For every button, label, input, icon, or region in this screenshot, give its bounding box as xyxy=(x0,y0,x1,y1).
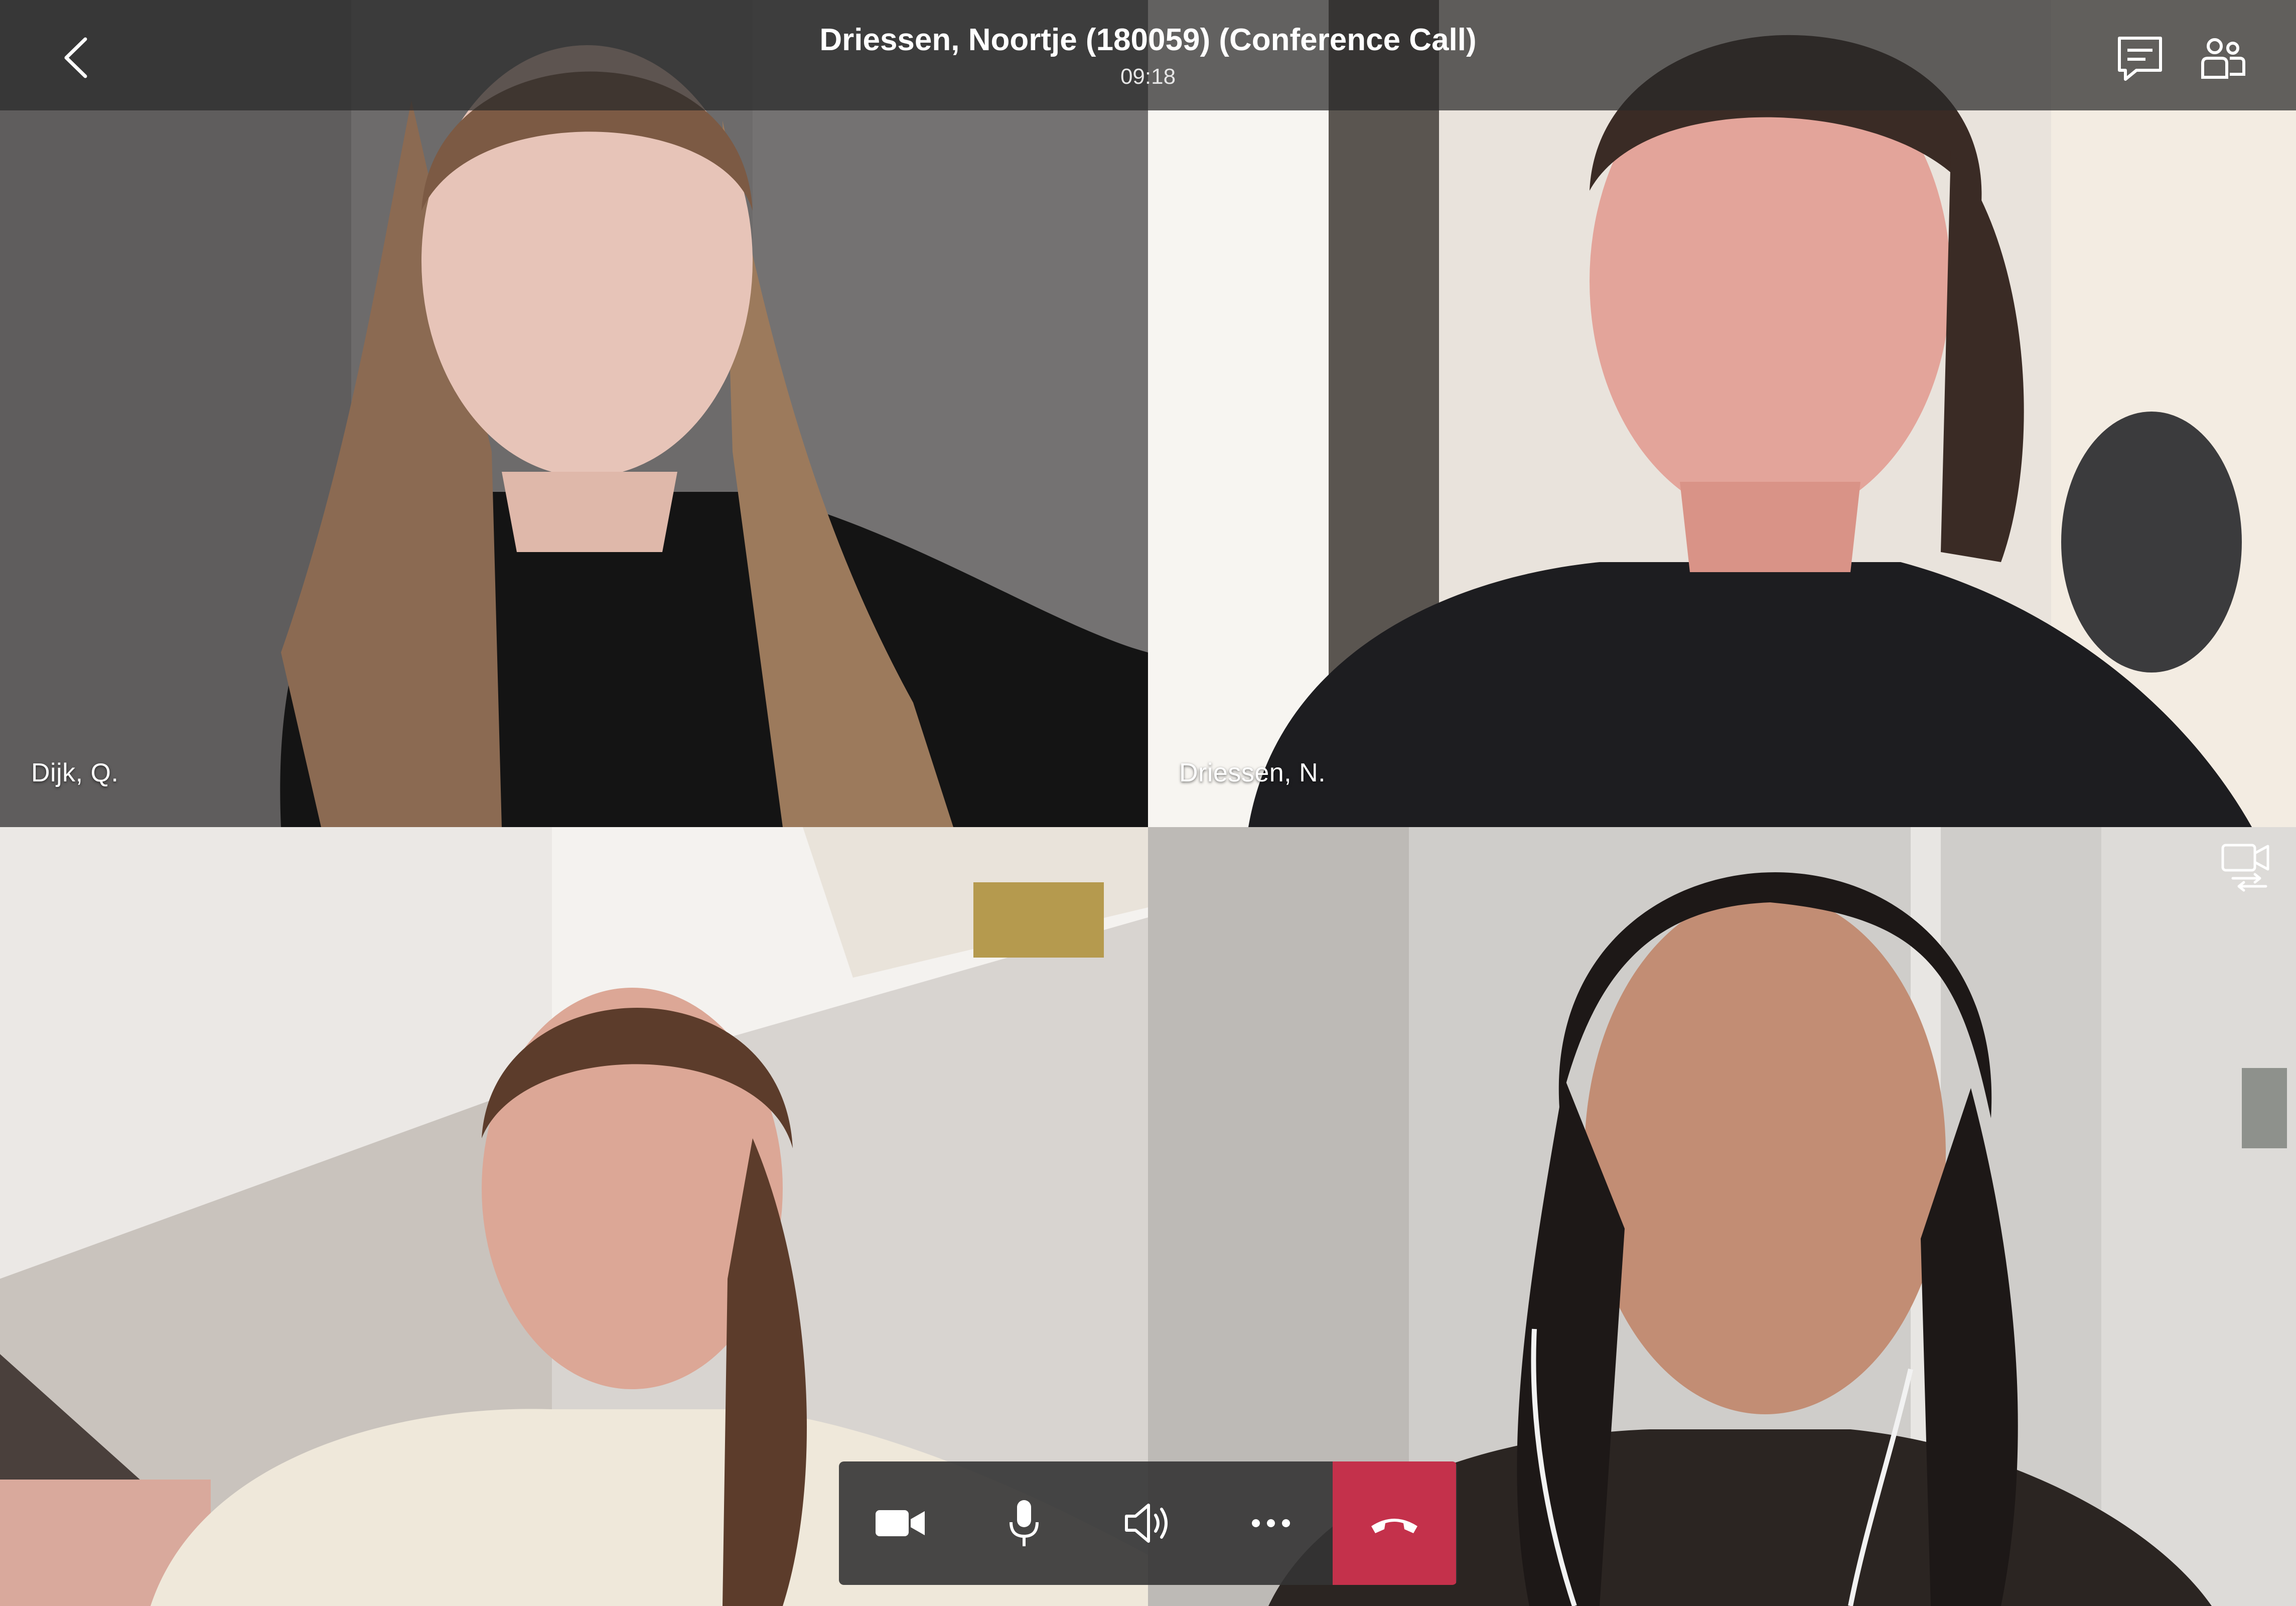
video-grid: Dijk, Q. Driessen, N. xyxy=(0,0,2296,1606)
video-button[interactable] xyxy=(839,1461,962,1585)
participants-button[interactable] xyxy=(2195,31,2250,86)
call-header: Driessen, Noortje (180059) (Conference C… xyxy=(0,0,2296,110)
participant-video-2 xyxy=(1148,0,2296,827)
call-duration: 09:18 xyxy=(1120,64,1176,89)
participant-video-1 xyxy=(0,0,1148,827)
chat-icon xyxy=(2118,37,2162,81)
participant-tile-2[interactable]: Driessen, N. xyxy=(1148,0,2296,827)
hang-up-icon xyxy=(1371,1519,1417,1533)
call-title: Driessen, Noortje (180059) (Conference C… xyxy=(819,23,1477,57)
more-options-button[interactable] xyxy=(1209,1461,1333,1585)
more-icon xyxy=(1252,1519,1290,1527)
participant-tile-1[interactable]: Dijk, Q. xyxy=(0,0,1148,827)
people-icon xyxy=(2201,38,2245,79)
hang-up-button[interactable] xyxy=(1333,1461,1456,1585)
participant-name: Dijk, Q. xyxy=(31,758,119,787)
switch-camera-button[interactable] xyxy=(2218,838,2278,893)
speaker-button[interactable] xyxy=(1086,1461,1209,1585)
video-camera-icon xyxy=(876,1510,925,1536)
microphone-icon xyxy=(1010,1500,1039,1546)
speaker-icon xyxy=(1125,1504,1168,1543)
call-controls xyxy=(839,1461,1457,1585)
chat-button[interactable] xyxy=(2112,31,2168,86)
participant-name: Driessen, N. xyxy=(1179,758,1326,787)
switch-camera-icon xyxy=(2221,844,2269,892)
mute-button[interactable] xyxy=(962,1461,1086,1585)
